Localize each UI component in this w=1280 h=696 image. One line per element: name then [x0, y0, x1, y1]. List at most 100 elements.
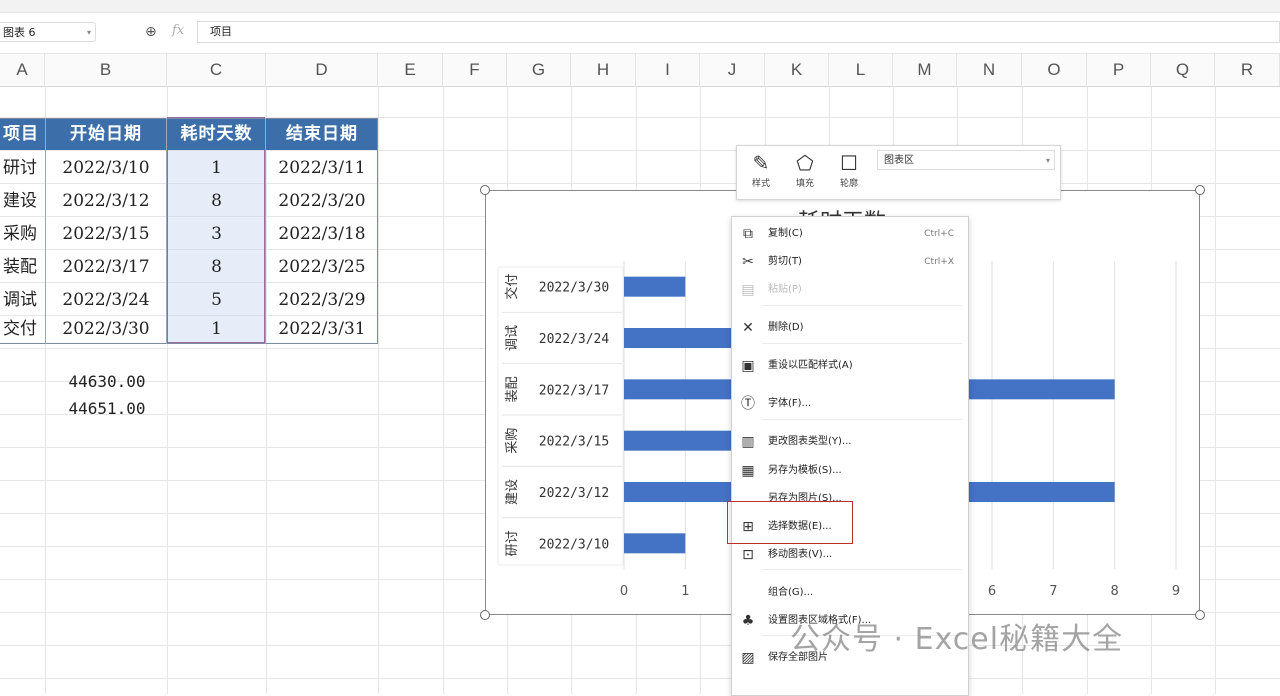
- category-label: 2022/3/10: [539, 537, 609, 552]
- x-tick-label: 9: [1172, 584, 1180, 599]
- menu-item-label: 更改图表类型(Y)...: [768, 436, 852, 447]
- category-group-label: 装配: [505, 376, 520, 402]
- table-border: [0, 118, 378, 344]
- outline-button[interactable]: ☐ 轮廓: [829, 150, 869, 196]
- fx-icon[interactable]: fx: [172, 23, 184, 38]
- cell-number[interactable]: 44630.00: [48, 372, 166, 391]
- column-header-n[interactable]: N: [957, 54, 1022, 86]
- table-divider: [265, 118, 266, 344]
- x-tick-label: 1: [681, 584, 689, 599]
- column-header-h[interactable]: H: [571, 54, 636, 86]
- menu-item-reset-style[interactable]: ▣ 重设以匹配样式(A): [732, 352, 968, 380]
- menu-item-move-chart[interactable]: ⊡ 移动图表(V)...: [732, 541, 968, 569]
- save-template-icon: ▦: [741, 463, 755, 479]
- column-header-i[interactable]: I: [636, 54, 700, 86]
- group-icon: [740, 584, 756, 602]
- column-header-d[interactable]: D: [266, 54, 378, 86]
- menu-item-label: 字体(F)...: [768, 398, 812, 409]
- menu-item-save-template[interactable]: ▦ 另存为模板(S)...: [732, 457, 968, 485]
- x-tick-label: 7: [1049, 584, 1057, 599]
- menu-item-label: 复制(C): [768, 228, 803, 239]
- column-header-q[interactable]: Q: [1151, 54, 1215, 86]
- menu-item-shortcut: Ctrl+C: [924, 229, 954, 239]
- column-header-l[interactable]: L: [829, 54, 893, 86]
- column-header-r[interactable]: R: [1215, 54, 1280, 86]
- formula-input[interactable]: 项目: [197, 21, 1280, 43]
- menu-item-label: 剪切(T): [768, 256, 802, 267]
- watermark: 公众号 · Excel秘籍大全: [790, 622, 1124, 657]
- style-button[interactable]: ✎ 样式: [741, 150, 781, 196]
- menu-item-delete[interactable]: ✕ 删除(D): [732, 314, 968, 342]
- menu-item-paste[interactable]: ▤ 粘贴(P): [732, 276, 968, 304]
- menu-separator: [762, 569, 962, 570]
- menu-item-font[interactable]: Ⓣ 字体(F)...: [732, 390, 968, 418]
- menu-item-label: 移动图表(V)...: [768, 549, 833, 560]
- grid-line: [0, 678, 1280, 679]
- font-icon: Ⓣ: [741, 396, 755, 412]
- highlight-box: [727, 501, 853, 544]
- menu-item-group[interactable]: 组合(G)...: [732, 579, 968, 607]
- style-label: 样式: [751, 179, 770, 189]
- menu-item-scissors[interactable]: ✂ 剪切(T) Ctrl+X: [732, 248, 968, 276]
- column-header-m[interactable]: M: [893, 54, 957, 86]
- pencil-icon: ✎: [752, 151, 770, 175]
- column-header-bar: ABCDEFGHIJKLMNOPQR: [0, 53, 1280, 87]
- paste-icon: ▤: [741, 282, 755, 298]
- resize-handle-bottom-right[interactable]: [1195, 610, 1205, 620]
- formula-text: 项目: [210, 25, 232, 38]
- fill-label: 填充: [795, 179, 814, 189]
- name-box-value: 图表 6: [3, 26, 36, 39]
- resize-handle-top-left[interactable]: [480, 185, 490, 195]
- category-label: 2022/3/24: [539, 332, 610, 347]
- category-group-label: 采购: [504, 428, 520, 454]
- x-tick-label: 0: [620, 584, 628, 599]
- grid-line: [1215, 86, 1216, 694]
- column-header-j[interactable]: J: [700, 54, 765, 86]
- category-group-label: 建设: [505, 479, 520, 505]
- category-axis-panel: [497, 266, 624, 566]
- menu-item-copy[interactable]: ⧉ 复制(C) Ctrl+C: [732, 220, 968, 248]
- column-header-p[interactable]: P: [1087, 54, 1151, 86]
- fill-button[interactable]: ⬠ 填充: [785, 150, 825, 196]
- name-box[interactable]: 图表 6 ▾: [0, 22, 96, 42]
- category-group-label: 调试: [505, 325, 520, 351]
- menu-item-label: 重设以匹配样式(A): [768, 360, 853, 371]
- cell-number[interactable]: 44651.00: [48, 399, 166, 418]
- column-header-f[interactable]: F: [443, 54, 507, 86]
- zoom-icon[interactable]: ⊕: [145, 24, 161, 40]
- table-divider: [45, 118, 46, 344]
- menu-item-label: 删除(D): [768, 322, 804, 333]
- paint-bucket-icon: ⬠: [796, 151, 814, 175]
- save-all-images-icon: ▨: [741, 650, 755, 666]
- menu-item-chart-type[interactable]: ▥ 更改图表类型(Y)...: [732, 428, 968, 456]
- menu-separator: [762, 343, 962, 344]
- chart-element-select[interactable]: 图表区 ▾: [877, 150, 1055, 170]
- chart-type-icon: ▥: [741, 434, 755, 450]
- menu-item-shortcut: Ctrl+X: [924, 257, 954, 267]
- delete-icon: ✕: [742, 320, 754, 336]
- scissors-icon: ✂: [742, 254, 754, 270]
- copy-icon: ⧉: [743, 226, 753, 242]
- column-header-c[interactable]: C: [167, 54, 266, 86]
- ribbon-edge: [0, 0, 1280, 13]
- column-header-a[interactable]: A: [0, 54, 45, 86]
- resize-handle-bottom-left[interactable]: [480, 610, 490, 620]
- menu-separator: [762, 419, 962, 420]
- column-header-b[interactable]: B: [45, 54, 167, 86]
- formula-bar: 图表 6 ▾ ⊕ fx 项目: [0, 20, 1280, 46]
- category-label: 2022/3/30: [539, 281, 609, 296]
- chevron-down-icon[interactable]: ▾: [87, 23, 91, 43]
- outline-square-icon: ☐: [840, 151, 858, 175]
- menu-item-label: 另存为模板(S)...: [768, 465, 842, 476]
- category-label: 2022/3/12: [539, 486, 609, 501]
- chevron-down-icon[interactable]: ▾: [1046, 151, 1050, 171]
- resize-handle-top-right[interactable]: [1195, 185, 1205, 195]
- outline-label: 轮廓: [839, 179, 858, 189]
- column-header-o[interactable]: O: [1022, 54, 1087, 86]
- chart-element-value: 图表区: [884, 155, 914, 166]
- column-header-g[interactable]: G: [507, 54, 571, 86]
- column-header-e[interactable]: E: [378, 54, 443, 86]
- table-divider: [166, 118, 167, 344]
- column-header-k[interactable]: K: [765, 54, 829, 86]
- x-tick-label: 8: [1111, 584, 1119, 599]
